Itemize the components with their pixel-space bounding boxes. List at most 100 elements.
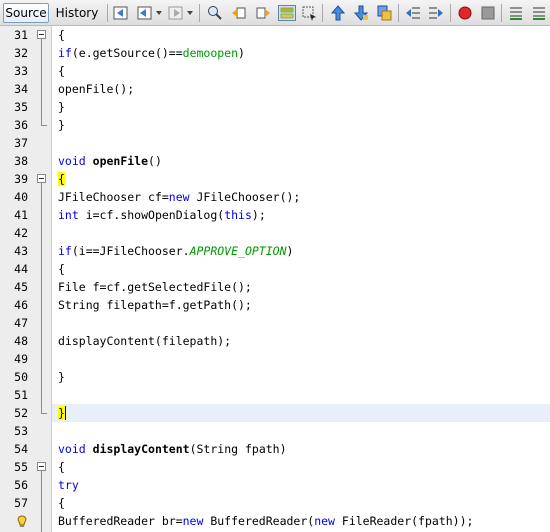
tab-history[interactable]: History: [52, 3, 102, 23]
code-text: JFileChooser cf=new JFileChooser();: [58, 190, 301, 204]
code-line: BufferedReader br=new BufferedReader(new…: [0, 512, 550, 530]
start-macro-icon[interactable]: [457, 5, 473, 21]
code-line: 32 if(e.getSource()==demoopen): [0, 44, 550, 62]
code-line: 37: [0, 134, 550, 152]
code-line: 39 {: [0, 170, 550, 188]
line-number: 32: [14, 46, 28, 60]
line-number: 47: [14, 316, 28, 330]
code-line: 33 {: [0, 62, 550, 80]
code-text: {: [58, 262, 65, 276]
forward-dropdown-icon[interactable]: [187, 11, 193, 15]
line-number: 43: [14, 244, 28, 258]
toolbar-separator: [450, 4, 451, 22]
code-text: {: [58, 64, 65, 78]
line-number: 33: [14, 64, 28, 78]
line-number: 54: [14, 442, 28, 456]
line-number: 44: [14, 262, 28, 276]
code-line: 42: [0, 224, 550, 242]
line-number: 52: [14, 406, 28, 420]
code-line: 49: [0, 350, 550, 368]
code-text: File f=cf.getSelectedFile();: [58, 280, 252, 294]
code-line: 34 openFile();: [0, 80, 550, 98]
code-text: }: [58, 100, 65, 114]
line-number: 51: [14, 388, 28, 402]
fold-collapse-icon[interactable]: [37, 462, 46, 471]
back-icon[interactable]: [137, 5, 153, 21]
code-line: 46 String filepath=f.getPath();: [0, 296, 550, 314]
code-text: try: [58, 478, 79, 492]
code-line: 54 void displayContent(String fpath): [0, 440, 550, 458]
code-line: 47: [0, 314, 550, 332]
tab-source[interactable]: Source: [3, 3, 49, 23]
code-text: }: [58, 404, 65, 422]
toolbar-separator: [322, 4, 323, 22]
code-line: 56 try: [0, 476, 550, 494]
line-number: 56: [14, 478, 28, 492]
line-number: 34: [14, 82, 28, 96]
line-number: 36: [14, 118, 28, 132]
hint-lightbulb-icon[interactable]: [16, 513, 28, 527]
find-previous-icon[interactable]: [231, 5, 247, 21]
code-text: String filepath=f.getPath();: [58, 298, 252, 312]
back-dropdown-icon[interactable]: [156, 11, 162, 15]
line-number: 38: [14, 154, 28, 168]
toolbar-separator: [107, 4, 108, 22]
line-number: 48: [14, 334, 28, 348]
code-line: 50 }: [0, 368, 550, 386]
code-line-current: 52 }: [0, 404, 550, 422]
code-text: if(e.getSource()==demoopen): [58, 46, 245, 60]
comment-icon[interactable]: [508, 5, 524, 21]
line-number: 45: [14, 280, 28, 294]
code-text: void displayContent(String fpath): [58, 442, 287, 456]
code-editor[interactable]: 31 { 32 if(e.getSource()==demoopen) 33 {…: [0, 26, 550, 532]
line-number: 46: [14, 298, 28, 312]
toggle-highlight-icon[interactable]: [278, 5, 296, 21]
code-line: 53: [0, 422, 550, 440]
find-next-icon[interactable]: [255, 5, 271, 21]
code-line: 31 {: [0, 26, 550, 44]
shift-right-icon[interactable]: [428, 5, 444, 21]
uncomment-icon[interactable]: [531, 5, 547, 21]
find-selection-icon[interactable]: [207, 5, 223, 21]
shift-left-icon[interactable]: [405, 5, 421, 21]
toolbar-separator: [199, 4, 200, 22]
line-number: 53: [14, 424, 28, 438]
code-text: openFile();: [58, 82, 135, 96]
line-number: 49: [14, 352, 28, 366]
forward-icon[interactable]: [168, 5, 184, 21]
toggle-bookmark-icon[interactable]: [376, 5, 392, 21]
line-number: 55: [14, 460, 28, 474]
next-bookmark-icon[interactable]: [353, 5, 369, 21]
text-caret: [65, 406, 66, 420]
code-text: {: [58, 28, 65, 42]
code-line: 35 }: [0, 98, 550, 116]
code-text: int i=cf.showOpenDialog(this);: [58, 208, 266, 222]
code-text: }: [58, 118, 65, 132]
previous-bookmark-icon[interactable]: [330, 5, 346, 21]
code-text: if(i==JFileChooser.APPROVE_OPTION): [58, 244, 294, 258]
line-number: 39: [14, 172, 28, 186]
code-line: 43 if(i==JFileChooser.APPROVE_OPTION): [0, 242, 550, 260]
last-edit-icon[interactable]: [113, 5, 129, 21]
code-text: void openFile(): [58, 154, 162, 168]
line-number: 31: [14, 28, 28, 42]
code-line: 40 JFileChooser cf=new JFileChooser();: [0, 188, 550, 206]
code-line: 41 int i=cf.showOpenDialog(this);: [0, 206, 550, 224]
toggle-rect-selection-icon[interactable]: [301, 5, 317, 21]
code-line: 45 File f=cf.getSelectedFile();: [0, 278, 550, 296]
fold-collapse-icon[interactable]: [37, 174, 46, 183]
code-text: displayContent(filepath);: [58, 334, 232, 348]
line-number: 41: [14, 208, 28, 222]
code-text: }: [58, 370, 65, 384]
line-number: 57: [14, 496, 28, 510]
code-line: 36 }: [0, 116, 550, 134]
line-number: 40: [14, 190, 28, 204]
code-line: 55 {: [0, 458, 550, 476]
matching-brace: {: [58, 172, 65, 186]
code-text: {: [58, 496, 65, 510]
current-line-highlight: [52, 404, 550, 422]
fold-collapse-icon[interactable]: [37, 30, 46, 39]
stop-macro-icon[interactable]: [480, 5, 496, 21]
code-line: 38 void openFile(): [0, 152, 550, 170]
code-line: 44 {: [0, 260, 550, 278]
